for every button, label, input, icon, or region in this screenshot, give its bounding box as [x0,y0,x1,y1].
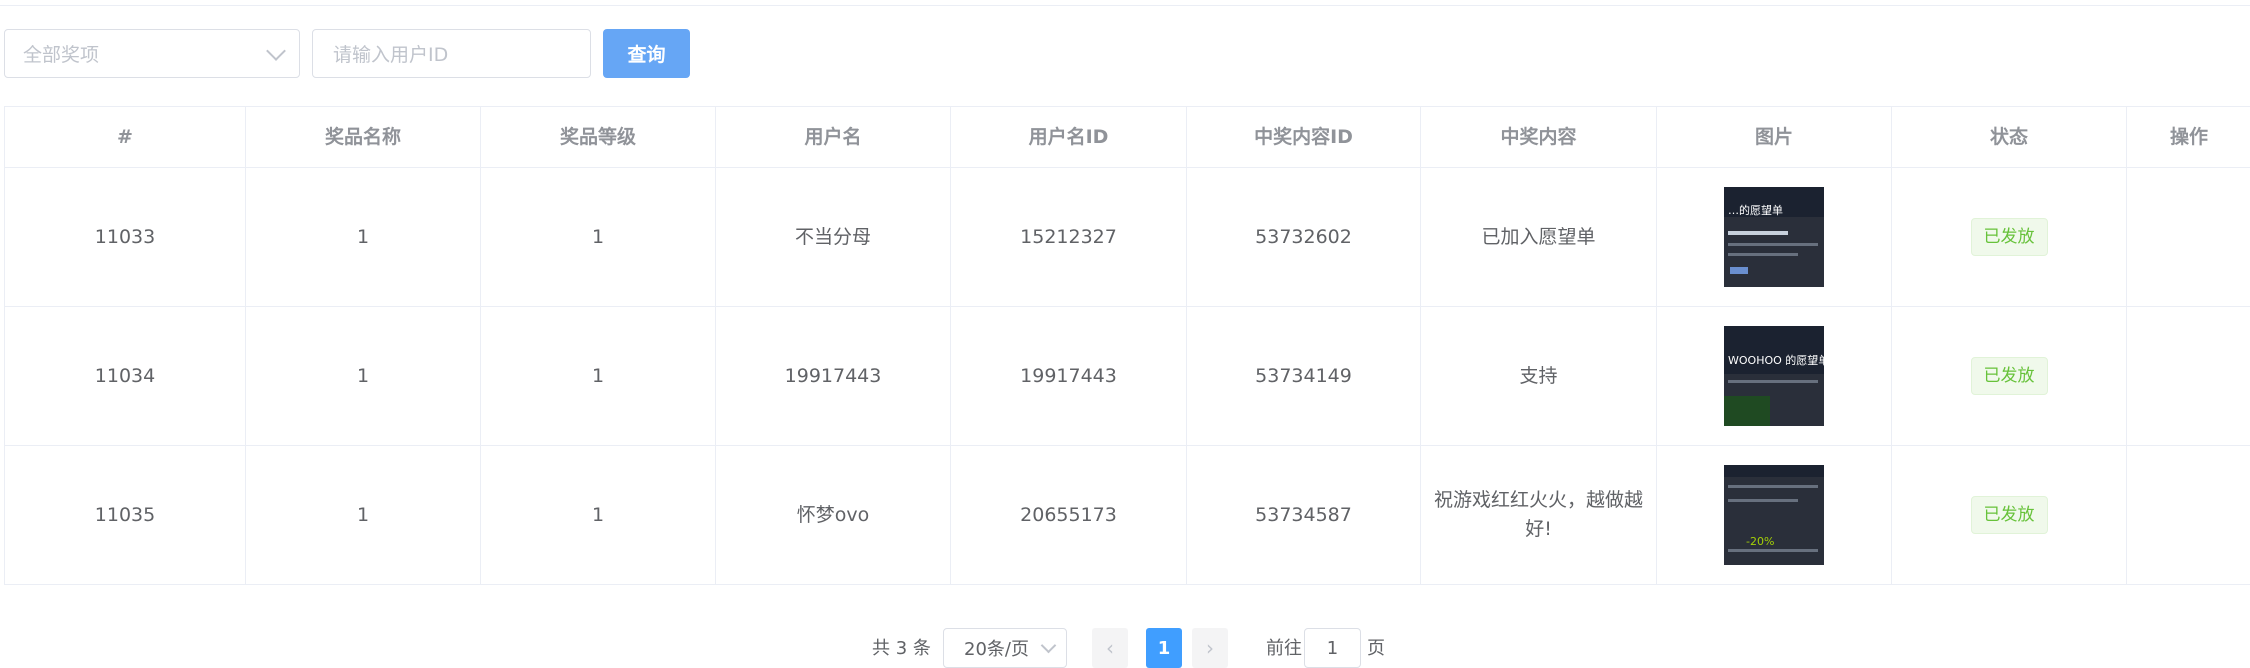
cell-content: 已加入愿望单 [1421,168,1657,307]
thumb-line [1728,253,1798,256]
pagination-total: 共 3 条 [872,638,931,659]
cell-content: 祝游戏红红火火，越做越好! [1421,446,1657,585]
cell-prize-level: 1 [481,168,716,307]
user-id-input[interactable]: 请输入用户ID [312,29,591,78]
cell-id: 11035 [5,446,246,585]
cell-prize-level: 1 [481,446,716,585]
thumb-line [1728,380,1818,383]
table-row: 11034 1 1 19917443 19917443 53734149 支持 … [5,307,2250,446]
header-content-id: 中奖内容ID [1187,107,1421,168]
header-image: 图片 [1657,107,1892,168]
cell-content: 支持 [1421,307,1657,446]
header-user-id: 用户名ID [951,107,1187,168]
thumb-line [1728,499,1798,502]
thumb-caption: WOOHOO 的愿望单 [1728,354,1824,367]
user-id-placeholder: 请输入用户ID [333,44,449,66]
thumb-header [1724,465,1824,477]
header-index: # [5,107,246,168]
cell-image: -20% [1657,446,1892,585]
cell-image: WOOHOO 的愿望单 [1657,307,1892,446]
screenshot-thumbnail[interactable]: WOOHOO 的愿望单 [1724,326,1824,426]
cell-user-id: 15212327 [951,168,1187,307]
prize-select[interactable]: 全部奖项 [4,29,300,78]
page-size-label: 20条/页 [964,639,1029,660]
table-row: 11035 1 1 怀梦ovo 20655173 53734587 祝游戏红红火… [5,446,2250,585]
page-number-current[interactable]: 1 [1146,628,1182,668]
cell-username: 不当分母 [716,168,951,307]
header-prize-name: 奖品名称 [246,107,481,168]
top-divider [0,0,2250,6]
header-prize-level: 奖品等级 [481,107,716,168]
goto-page-input[interactable]: 1 [1304,628,1361,668]
cell-status: 已发放 [1892,307,2127,446]
thumb-line [1728,485,1818,488]
table-header: # 奖品名称 奖品等级 用户名 用户名ID 中奖内容ID 中奖内容 图片 状态 … [5,107,2250,168]
cell-user-id: 20655173 [951,446,1187,585]
header-username: 用户名 [716,107,951,168]
cell-content-id: 53732602 [1187,168,1421,307]
filter-bar: 全部奖项 请输入用户ID 查询 [4,29,690,78]
query-button[interactable]: 查询 [603,29,690,78]
prize-select-placeholder: 全部奖项 [23,44,100,66]
cell-actions [2127,168,2250,307]
cell-username: 怀梦ovo [716,446,951,585]
cell-image: …的愿望单 [1657,168,1892,307]
status-badge: 已发放 [1970,496,2048,534]
screenshot-thumbnail[interactable]: -20% [1724,465,1824,565]
status-badge: 已发放 [1970,357,2048,395]
page-size-select[interactable]: 20条/页 [943,628,1067,668]
next-page-button[interactable]: › [1192,628,1228,668]
header-content: 中奖内容 [1421,107,1657,168]
chevron-down-icon [266,40,286,61]
prize-table: # 奖品名称 奖品等级 用户名 用户名ID 中奖内容ID 中奖内容 图片 状态 … [4,106,2250,585]
cell-prize-name: 1 [246,168,481,307]
cell-actions [2127,307,2250,446]
thumb-caption: …的愿望单 [1728,204,1783,217]
cell-id: 11034 [5,307,246,446]
cell-content-id: 53734587 [1187,446,1421,585]
cell-prize-name: 1 [246,446,481,585]
pagination: 共 3 条 20条/页 ‹ 1 › 前往 1 页 [0,628,2250,668]
prev-page-button[interactable]: ‹ [1092,628,1128,668]
thumb-chip [1730,267,1748,274]
thumb-line [1728,549,1818,552]
cell-prize-level: 1 [481,307,716,446]
thumb-line [1728,231,1788,235]
cell-actions [2127,446,2250,585]
chevron-down-icon [1040,637,1057,653]
table-row: 11033 1 1 不当分母 15212327 53732602 已加入愿望单 … [5,168,2250,307]
header-status: 状态 [1892,107,2127,168]
cell-user-id: 19917443 [951,307,1187,446]
cell-status: 已发放 [1892,168,2127,307]
screenshot-thumbnail[interactable]: …的愿望单 [1724,187,1824,287]
status-badge: 已发放 [1970,218,2048,256]
page-suffix: 页 [1367,638,1385,659]
cell-prize-name: 1 [246,307,481,446]
goto-label: 前往 [1266,638,1302,659]
cell-username: 19917443 [716,307,951,446]
thumb-line [1728,243,1818,246]
cell-content-id: 53734149 [1187,307,1421,446]
header-actions: 操作 [2127,107,2250,168]
cell-id: 11033 [5,168,246,307]
thumb-game-art [1724,396,1770,426]
cell-status: 已发放 [1892,446,2127,585]
